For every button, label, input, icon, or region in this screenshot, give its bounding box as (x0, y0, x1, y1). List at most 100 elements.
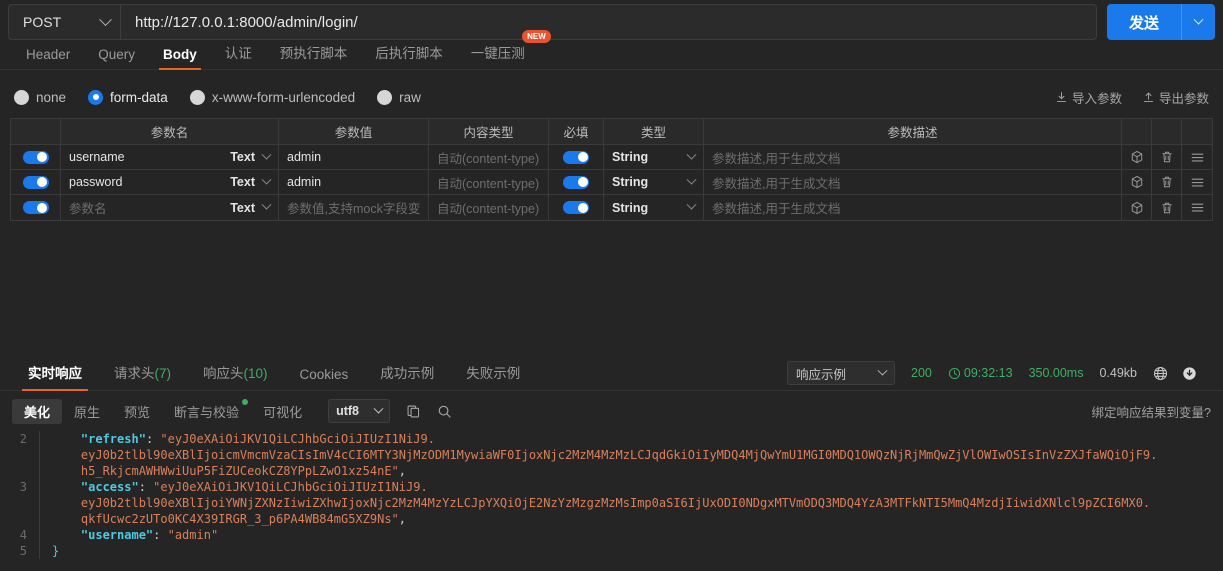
view-tab-2[interactable]: 预览 (112, 399, 162, 424)
code-text: } (52, 543, 59, 559)
code-token: "eyJ0eXAiOiJKV1QiLCJhbGciOiJIUzI1NiJ9. (160, 432, 435, 446)
import-params-button[interactable]: 导入参数 (1055, 88, 1122, 107)
row-enable-toggle[interactable] (22, 175, 49, 189)
send-options-button[interactable] (1181, 4, 1215, 40)
row-mock-button[interactable] (1122, 170, 1152, 194)
import-params-label: 导入参数 (1071, 91, 1122, 106)
body-type-radio-label: x-www-form-urlencoded (211, 89, 356, 105)
encoding-select[interactable]: utf8 (328, 399, 391, 423)
response-tab-3[interactable]: Cookies (284, 367, 365, 390)
url-input[interactable]: http://127.0.0.1:8000/admin/login/ (120, 4, 1097, 40)
table-row: 参数名 Text 参数值,支持mock字段变 自动(content-type) Stri… (11, 195, 1212, 220)
globe-icon[interactable] (1153, 366, 1168, 381)
bind-response-link[interactable]: 绑定响应结果到变量? (1092, 402, 1211, 421)
response-tab-0[interactable]: 实时响应 (12, 362, 98, 391)
download-icon[interactable] (1182, 366, 1197, 381)
cube-icon (1130, 201, 1144, 215)
response-tab-4[interactable]: 成功示例 (364, 362, 450, 390)
request-tab-1[interactable]: Query (84, 47, 149, 69)
response-tab-1[interactable]: 请求头(7) (98, 362, 187, 390)
response-tab-5[interactable]: 失败示例 (450, 362, 536, 390)
view-tab-0[interactable]: 美化 (12, 398, 63, 424)
chevron-down-icon (686, 199, 697, 210)
row-type-label: String (612, 150, 649, 164)
response-body-code[interactable]: 2 "refresh": "eyJ0eXAiOiJKV1QiLCJhbGciOi… (0, 427, 1223, 559)
row-param-value-cell[interactable]: admin (279, 170, 429, 194)
row-required-toggle[interactable] (563, 150, 589, 164)
view-tab-3[interactable]: 断言与校验 (162, 398, 251, 424)
request-tab-0[interactable]: Header (12, 47, 84, 69)
code-token: eyJ0b2tlbl90eXBlIjoiYWNjZXNzIiwiZXhwIjox… (52, 496, 1151, 510)
request-tab-5[interactable]: 后执行脚本 (361, 42, 457, 69)
request-tab-2[interactable]: Body (149, 47, 211, 70)
row-param-value: admin (287, 150, 322, 164)
body-type-radio-form-data[interactable]: form-data (88, 89, 168, 105)
row-drag-handle[interactable] (1182, 170, 1212, 194)
row-required-toggle[interactable] (563, 175, 589, 189)
row-param-name-cell[interactable]: password Text (61, 170, 279, 194)
row-param-value: admin (287, 175, 322, 189)
row-content-type-cell[interactable]: 自动(content-type) (429, 145, 549, 169)
row-required-toggle[interactable] (563, 201, 589, 214)
request-tab-3[interactable]: 认证 (211, 42, 266, 69)
view-tab-4[interactable]: 可视化 (251, 399, 314, 424)
http-method-label: POST (23, 14, 62, 30)
body-type-radio-none[interactable]: none (14, 89, 66, 105)
view-tab-1[interactable]: 原生 (62, 399, 112, 424)
row-type-select[interactable]: String (604, 170, 704, 194)
row-content-type-cell[interactable]: 自动(content-type) (429, 195, 549, 220)
code-token: : (138, 480, 154, 494)
row-drag-handle[interactable] (1182, 145, 1212, 169)
send-button[interactable]: 发送 (1106, 4, 1181, 40)
response-meta: 响应示例 200 09:32:13 350.00ms 0.49kb (787, 361, 1223, 390)
row-drag-handle[interactable] (1182, 195, 1212, 220)
row-param-value-cell[interactable]: admin (279, 145, 429, 169)
row-mock-button[interactable] (1122, 195, 1152, 220)
code-text: eyJ0b2tlbl90eXBlIjoicmVmcmVzaCIsImV4cCI6… (52, 447, 1157, 463)
row-mock-button[interactable] (1122, 145, 1152, 169)
body-type-radio-x-www-form-urlencoded[interactable]: x-www-form-urlencoded (189, 89, 356, 105)
response-example-select[interactable]: 响应示例 (787, 361, 896, 385)
response-tab-2[interactable]: 响应头(10) (187, 362, 284, 390)
http-method-select[interactable]: POST (8, 4, 120, 40)
row-delete-button[interactable] (1152, 170, 1182, 194)
menu-icon (1190, 150, 1205, 165)
code-line: eyJ0b2tlbl90eXBlIjoiYWNjZXNzIiwiZXhwIjox… (0, 495, 1223, 511)
response-example-label: 响应示例 (796, 367, 847, 382)
row-delete-button[interactable] (1152, 145, 1182, 169)
row-description-cell[interactable]: 参数描述,用于生成文档 (704, 195, 1122, 220)
code-token: "username" (80, 528, 154, 542)
row-enable-toggle[interactable] (22, 201, 49, 214)
request-tab-4[interactable]: 预执行脚本 (266, 42, 362, 69)
row-description-cell[interactable]: 参数描述,用于生成文档 (704, 145, 1122, 169)
row-param-name-cell[interactable]: 参数名 Text (61, 195, 279, 220)
row-type-select[interactable]: String (604, 145, 704, 169)
row-param-value-cell[interactable]: 参数值,支持mock字段变 (279, 195, 429, 220)
cube-icon (1130, 175, 1144, 189)
row-name-type-label: Text (230, 150, 255, 164)
row-param-name-cell[interactable]: username Text (61, 145, 279, 169)
copy-icon[interactable] (406, 404, 421, 419)
row-param-name: password (69, 175, 123, 189)
row-enable-toggle[interactable] (22, 150, 49, 164)
menu-icon (1190, 175, 1205, 190)
search-icon[interactable] (437, 404, 452, 419)
row-name-type-select[interactable]: Text (230, 199, 272, 215)
response-tab-count: (7) (154, 366, 172, 381)
request-tab-6[interactable]: 一键压测 NEW (457, 30, 551, 69)
code-line: qkfUcwc2zUTo0KC4X39IRGR_3_p6PA4WB84mG5XZ… (0, 511, 1223, 527)
row-name-type-select[interactable]: Text (230, 149, 272, 164)
table-row: username Text admin 自动(content-type) String 参… (11, 145, 1212, 170)
row-content-type-cell[interactable]: 自动(content-type) (429, 170, 549, 194)
code-text: h5_RkjcmAWHWwiUuP5FiZUCeokCZ8YPpLZwO1xz5… (52, 463, 406, 479)
body-type-radio-label: form-data (110, 89, 168, 105)
export-params-button[interactable]: 导出参数 (1142, 88, 1209, 107)
row-delete-button[interactable] (1152, 195, 1182, 220)
row-type-select[interactable]: String (604, 195, 704, 220)
row-name-type-select[interactable]: Text (230, 174, 272, 189)
body-type-radio-raw[interactable]: raw (377, 89, 421, 105)
row-description-cell[interactable]: 参数描述,用于生成文档 (704, 170, 1122, 194)
radio-icon (14, 89, 29, 105)
row-content-type: 自动(content-type) (437, 176, 540, 191)
